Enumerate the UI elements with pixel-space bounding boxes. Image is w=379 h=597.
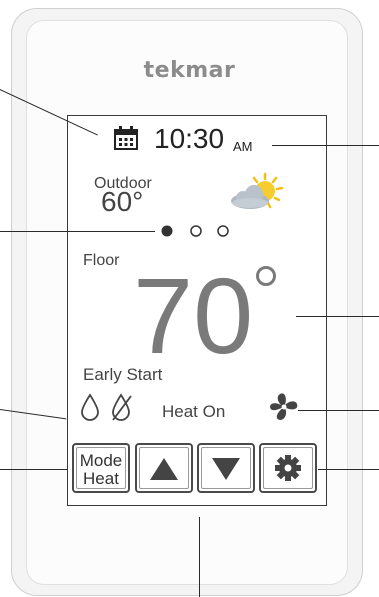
degree-symbol bbox=[256, 266, 276, 286]
temperature-up-button[interactable] bbox=[135, 443, 193, 493]
thermostat-diagram: tekmar 10:30 AM Outdoor 60° Floor 70 Ear… bbox=[0, 0, 379, 597]
settings-button[interactable] bbox=[259, 443, 317, 493]
early-start-label: Early Start bbox=[83, 365, 163, 384]
callout-line-settings bbox=[318, 469, 379, 470]
floor-label: Floor bbox=[83, 252, 120, 269]
callout-line-mode bbox=[0, 469, 68, 470]
gear-icon bbox=[275, 455, 301, 481]
page-indicator[interactable] bbox=[160, 224, 232, 238]
floor-temperature: 70 bbox=[133, 255, 254, 376]
heat-on-status: Heat On bbox=[162, 402, 226, 421]
callout-line-floor bbox=[296, 316, 379, 317]
callout-line-time bbox=[272, 145, 379, 146]
calendar-icon[interactable] bbox=[114, 126, 138, 150]
down-arrow-icon bbox=[212, 458, 240, 480]
outdoor-temperature: 60° bbox=[101, 186, 144, 217]
page-dot-1 bbox=[161, 225, 173, 237]
page-dot-2 bbox=[190, 225, 202, 237]
brand-logo: tekmar bbox=[143, 58, 236, 83]
water-drop-icon bbox=[81, 393, 99, 421]
mode-button[interactable]: Mode Heat bbox=[72, 443, 130, 493]
fan-icon bbox=[270, 393, 298, 420]
clock-period: AM bbox=[233, 139, 253, 154]
water-drop-off-icon bbox=[112, 393, 132, 421]
mode-label: Mode bbox=[79, 451, 123, 470]
up-arrow-icon bbox=[150, 458, 178, 480]
mode-value: Heat bbox=[83, 469, 119, 488]
clock-time[interactable]: 10:30 bbox=[154, 125, 224, 153]
page-dot-3 bbox=[217, 225, 229, 237]
callout-line-fan bbox=[298, 410, 379, 411]
temperature-down-button[interactable] bbox=[197, 443, 255, 493]
callout-line-bottom bbox=[199, 517, 200, 597]
partly-cloudy-icon bbox=[231, 172, 284, 209]
callout-line-outdoor bbox=[0, 231, 155, 232]
